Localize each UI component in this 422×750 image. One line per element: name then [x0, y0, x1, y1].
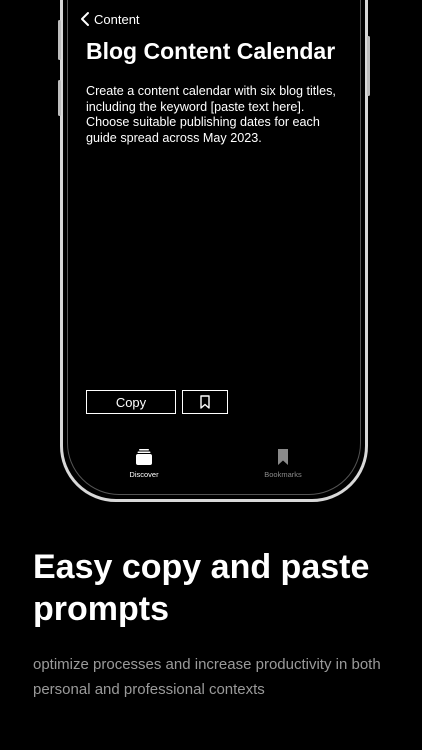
tab-discover[interactable]: Discover: [104, 448, 184, 479]
bookmark-button[interactable]: [182, 390, 228, 414]
marketing-headline: Easy copy and paste prompts: [33, 548, 370, 628]
page-title: Blog Content Calendar: [86, 38, 336, 64]
bookmark-icon: [200, 395, 210, 409]
tab-bookmarks[interactable]: Bookmarks: [243, 448, 323, 479]
app-screen: Content Blog Content Calendar Create a c…: [0, 0, 422, 520]
bookmark-icon: [278, 449, 288, 465]
copy-button[interactable]: Copy: [86, 390, 176, 414]
back-button-label: Content: [94, 11, 140, 27]
marketing-subtext: optimize processes and increase producti…: [33, 656, 381, 698]
tab-discover-label: Discover: [129, 470, 159, 479]
tab-bar: Discover Bookmarks: [64, 448, 364, 484]
prompt-body: Create a content calendar with six blog …: [86, 84, 336, 145]
chevron-left-icon: [81, 12, 89, 26]
back-button[interactable]: Content: [80, 11, 140, 27]
stack-icon: [136, 449, 152, 465]
tab-bookmarks-label: Bookmarks: [264, 470, 302, 479]
